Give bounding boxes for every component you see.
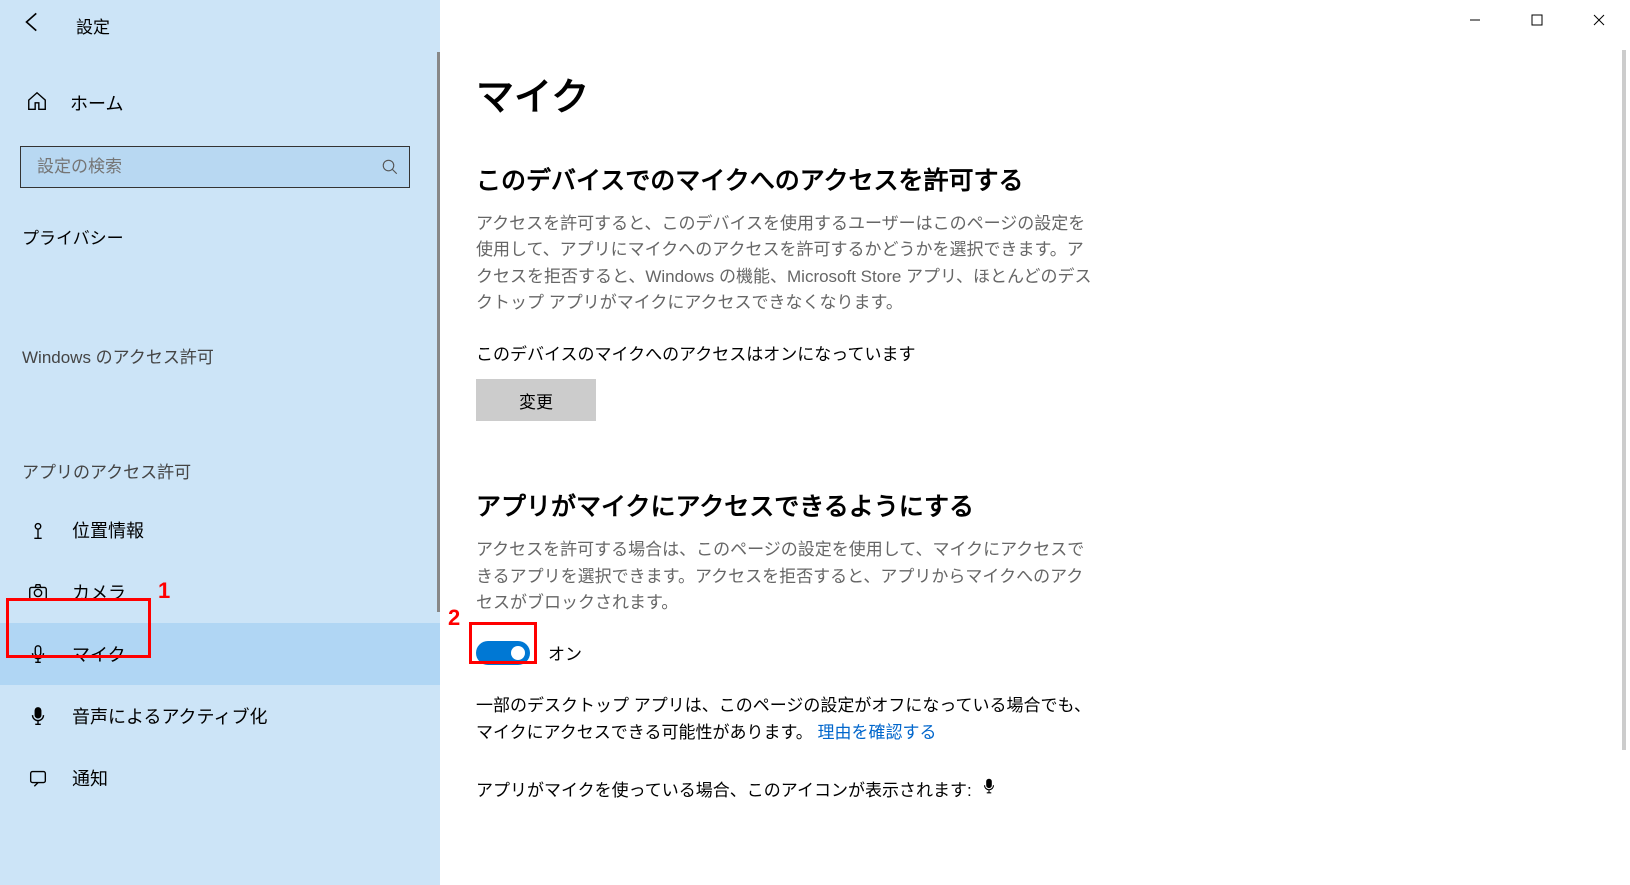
sidebar-item-voice-activation[interactable]: 音声によるアクティブ化 (0, 685, 440, 747)
home-label: ホーム (70, 90, 123, 116)
section1-description: アクセスを許可すると、このデバイスを使用するユーザーはこのページの設定を使用して… (476, 211, 1096, 316)
notification-icon (26, 767, 50, 789)
nav-label: マイク (72, 641, 126, 667)
microphone-icon (26, 643, 50, 665)
minimize-button[interactable] (1444, 0, 1506, 40)
toggle-knob (511, 646, 525, 660)
app-access-toggle[interactable] (476, 641, 530, 665)
sidebar-item-notifications[interactable]: 通知 (0, 747, 440, 809)
nav-label: 音声によるアクティブ化 (72, 703, 267, 729)
search-box[interactable] (20, 146, 410, 188)
reason-link[interactable]: 理由を確認する (818, 723, 937, 742)
annotation-number-1: 1 (158, 578, 170, 604)
window-title: 設定 (76, 13, 110, 38)
sidebar-item-microphone[interactable]: マイク (0, 623, 440, 685)
main-scrollbar[interactable] (1622, 50, 1626, 750)
section2-heading: アプリがマイクにアクセスできるようにする (476, 487, 1630, 523)
toggle-label: オン (548, 640, 582, 665)
note-prefix: 一部のデスクトップ アプリは、このページの設定がオフになっている場合でも、マイク… (476, 696, 1091, 741)
group-windows-permissions: Windows のアクセス許可 (0, 309, 440, 384)
annotation-number-2: 2 (448, 605, 460, 631)
indicator-text: アプリがマイクを使っている場合、このアイコンが表示されます: (476, 776, 972, 801)
category-label: プライバシー (0, 188, 440, 249)
window-controls (1444, 0, 1630, 40)
voice-activation-icon (26, 705, 50, 727)
section2-description: アクセスを許可する場合は、このページの設定を使用して、マイクにアクセスできるアプ… (476, 537, 1096, 616)
main-content: マイク このデバイスでのマイクへのアクセスを許可する アクセスを許可すると、この… (440, 0, 1630, 885)
nav-label: 位置情報 (72, 517, 144, 543)
sidebar: 設定 ホーム プライバシー Windows のアクセス許可 アプリのアクセス許可… (0, 0, 440, 885)
nav-label: カメラ (72, 579, 126, 605)
maximize-button[interactable] (1506, 0, 1568, 40)
home-icon (26, 90, 48, 117)
search-input[interactable] (21, 157, 371, 177)
back-arrow-icon[interactable] (20, 9, 46, 42)
section1-heading: このデバイスでのマイクへのアクセスを許可する (476, 161, 1630, 197)
change-button[interactable]: 変更 (476, 379, 596, 421)
desktop-apps-note: 一部のデスクトップ アプリは、このページの設定がオフになっている場合でも、マイク… (476, 693, 1096, 746)
microphone-indicator-icon (980, 777, 998, 800)
nav-label: 通知 (72, 765, 108, 791)
sidebar-item-camera[interactable]: カメラ (0, 561, 440, 623)
close-button[interactable] (1568, 0, 1630, 40)
sidebar-item-home[interactable]: ホーム (0, 74, 440, 132)
indicator-row: アプリがマイクを使っている場合、このアイコンが表示されます: (476, 776, 1630, 801)
location-icon (26, 519, 50, 541)
group-app-permissions: アプリのアクセス許可 (0, 424, 440, 499)
search-icon (371, 158, 409, 176)
page-title: マイク (476, 66, 1630, 121)
camera-icon (26, 581, 50, 603)
sidebar-item-location[interactable]: 位置情報 (0, 499, 440, 561)
device-access-status: このデバイスのマイクへのアクセスはオンになっています (476, 340, 1630, 365)
